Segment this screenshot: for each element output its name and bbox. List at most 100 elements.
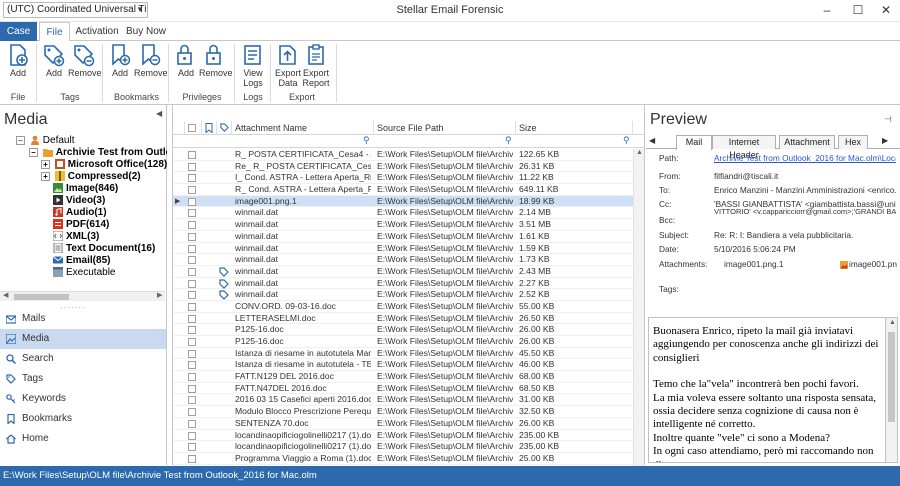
expand-icon[interactable]: + — [41, 171, 50, 181]
filter-size-search-icon[interactable]: ⚲ — [623, 135, 630, 146]
tree-item-xml[interactable]: XML(3) — [53, 231, 99, 243]
row-checkbox[interactable] — [188, 209, 196, 218]
scrollbar-thumb[interactable] — [888, 332, 895, 422]
row-checkbox[interactable] — [188, 151, 196, 159]
table-row[interactable]: Programma Viaggio a Roma (1).doc E:\Work … — [173, 453, 644, 465]
row-checkbox[interactable] — [188, 396, 196, 405]
table-row[interactable]: ▶ image001.png.1 E:\Work Files\Setup\OLM f… — [173, 195, 644, 208]
mail-body-scrollbar[interactable]: ▲ — [886, 317, 898, 463]
row-checkbox[interactable] — [188, 314, 196, 323]
table-row[interactable]: winmail.dat E:\Work Files\Setup\OLM file\… — [173, 219, 644, 231]
collapse-icon[interactable]: – — [29, 147, 38, 157]
table-row[interactable]: winmail.dat E:\Work Files\Setup\OLM file\… — [173, 231, 644, 243]
row-checkbox[interactable] — [188, 326, 196, 335]
remove-tag-button[interactable]: Remove — [68, 43, 102, 78]
scrollbar-thumb[interactable] — [14, 294, 69, 300]
path-link[interactable]: Archivie Test from Outlook_2016 for Mac.… — [714, 153, 896, 163]
scroll-left-icon[interactable]: ◀ — [3, 291, 8, 299]
table-row[interactable]: LETTERASELMI.doc E:\Work Files\Setup\OLM … — [173, 313, 644, 325]
tab-case[interactable]: Case — [0, 22, 37, 41]
tree-item-video[interactable]: Video(3) — [53, 195, 105, 207]
row-checkbox[interactable] — [188, 279, 196, 288]
row-checkbox[interactable] — [188, 267, 196, 276]
row-checkbox[interactable] — [188, 162, 196, 171]
collapse-icon[interactable]: – — [16, 135, 25, 145]
row-checkbox[interactable] — [188, 338, 196, 346]
row-checkbox[interactable] — [188, 373, 196, 382]
select-all-checkbox[interactable] — [185, 121, 202, 135]
scroll-right-icon[interactable]: ▶ — [157, 291, 162, 299]
attachment-item[interactable]: image001.pn — [840, 259, 900, 269]
tab-attachment[interactable]: Attachment — [779, 135, 835, 149]
export-report-button[interactable]: Export Report — [299, 43, 333, 88]
column-attachment-name[interactable]: Attachment Name — [232, 121, 374, 135]
table-row[interactable]: FATT.N47DEL 2016.doc E:\Work Files\Setup\… — [173, 383, 644, 395]
tab-mail[interactable]: Mail — [676, 135, 712, 150]
tree-item-audio[interactable]: Audio(1) — [53, 207, 107, 219]
table-row[interactable]: I_ Cond. ASTRA - Lettera Aperta_Rispost.… — [173, 172, 644, 185]
table-row[interactable]: CONV.ORD. 09-03-16.doc E:\Work Files\Setu… — [173, 301, 644, 313]
nav-item-media[interactable]: Media — [0, 329, 166, 349]
tree-item-text-document[interactable]: Text Document(16) — [53, 243, 155, 255]
table-row[interactable]: winmail.dat E:\Work Files\Setup\OLM file\… — [173, 266, 644, 278]
table-row[interactable]: P125-16.doc E:\Work Files\Setup\OLM file\… — [173, 324, 644, 336]
tree-item-image[interactable]: Image(846) — [53, 183, 118, 195]
tree-item-microsoft-office[interactable]: + Microsoft Office(128) — [41, 159, 167, 171]
tree-item-default[interactable]: – Default — [16, 135, 74, 147]
scroll-up-icon[interactable]: ▲ — [636, 149, 643, 156]
tabs-scroll-right-icon[interactable]: ▶ — [882, 136, 888, 145]
table-row[interactable]: Istanza di riesame in autotutela Manzini… — [173, 348, 644, 360]
table-row[interactable]: 2016 03 15 Casefici aperti 2016.doc E:\Wo… — [173, 394, 644, 407]
table-row[interactable]: R_ POSTA CERTIFICATA_Cesa4 - Annu... E:\W… — [173, 149, 644, 161]
tree-item-compressed[interactable]: + Compressed(2) — [41, 171, 141, 183]
nav-item-bookmarks[interactable]: Bookmarks — [0, 409, 166, 429]
tab-file[interactable]: File — [39, 22, 70, 42]
table-row[interactable]: P125-16.doc E:\Work Files\Setup\OLM file\… — [173, 336, 644, 348]
column-size[interactable]: Size — [516, 121, 633, 135]
bookmark-column-icon[interactable] — [202, 121, 217, 135]
row-checkbox[interactable] — [188, 186, 196, 195]
add-file-button[interactable]: Add — [2, 43, 34, 78]
expand-icon[interactable]: + — [41, 159, 50, 169]
filter-name-search-icon[interactable]: ⚲ — [363, 135, 370, 146]
row-checkbox[interactable] — [188, 419, 196, 428]
row-checkbox[interactable] — [188, 256, 196, 265]
scroll-up-icon[interactable]: ▲ — [889, 319, 896, 326]
minimize-button[interactable]: – — [814, 1, 840, 19]
table-row[interactable]: winmail.dat E:\Work Files\Setup\OLM file\… — [173, 278, 644, 290]
tabs-scroll-left-icon[interactable]: ◀ — [649, 136, 655, 145]
tab-internet-header[interactable]: Internet Header — [712, 135, 776, 160]
nav-item-tags[interactable]: Tags — [0, 369, 166, 389]
row-checkbox[interactable] — [188, 454, 196, 463]
view-logs-button[interactable]: View Logs — [237, 43, 269, 88]
tab-buy-now[interactable]: Buy Now — [124, 22, 168, 41]
attachment-item[interactable]: image001.png.1 — [724, 259, 784, 269]
row-checkbox[interactable] — [188, 431, 196, 440]
grid-vertical-scrollbar[interactable]: ▲ ▼ — [633, 149, 644, 479]
nav-item-keywords[interactable]: Keywords — [0, 389, 166, 409]
table-row[interactable]: R_ Cond. ASTRA - Lettera Aperta_Rispo...… — [173, 184, 644, 196]
table-row[interactable]: FATT.N129 DEL 2016.doc E:\Work Files\Setu… — [173, 371, 644, 383]
table-row[interactable]: winmail.dat E:\Work Files\Setup\OLM file\… — [173, 243, 644, 255]
tree-item-email[interactable]: Email(85) — [53, 255, 110, 267]
pin-icon[interactable]: ⊣ — [884, 114, 892, 125]
tree-horizontal-scrollbar[interactable]: ◀ ▶ — [0, 291, 165, 301]
table-row[interactable]: Modulo Blocco Prescrizione Perequazion..… — [173, 406, 644, 418]
column-source-file-path[interactable]: Source File Path — [374, 121, 516, 135]
add-bookmark-button[interactable]: Add — [104, 43, 136, 78]
row-checkbox[interactable] — [188, 244, 196, 253]
tab-activation[interactable]: Activation — [74, 22, 120, 41]
row-checkbox[interactable] — [188, 174, 196, 183]
table-row[interactable]: winmail.dat E:\Work Files\Setup\OLM file\… — [173, 289, 644, 301]
row-checkbox[interactable] — [188, 443, 196, 452]
table-row[interactable]: locandinaopificiogolinelli0217 (1).doc E:… — [173, 430, 644, 442]
filter-path-search-icon[interactable]: ⚲ — [505, 135, 512, 146]
row-checkbox[interactable] — [188, 408, 196, 417]
row-checkbox[interactable] — [188, 291, 196, 300]
close-button[interactable]: ✕ — [873, 1, 899, 19]
nav-item-home[interactable]: Home — [0, 429, 166, 449]
tree-item-pdf[interactable]: PDF(614) — [53, 219, 109, 231]
add-tag-button[interactable]: Add — [38, 43, 70, 78]
tree-item-archive[interactable]: – Archivie Test from Outlo — [29, 147, 167, 159]
row-checkbox[interactable] — [188, 221, 196, 230]
